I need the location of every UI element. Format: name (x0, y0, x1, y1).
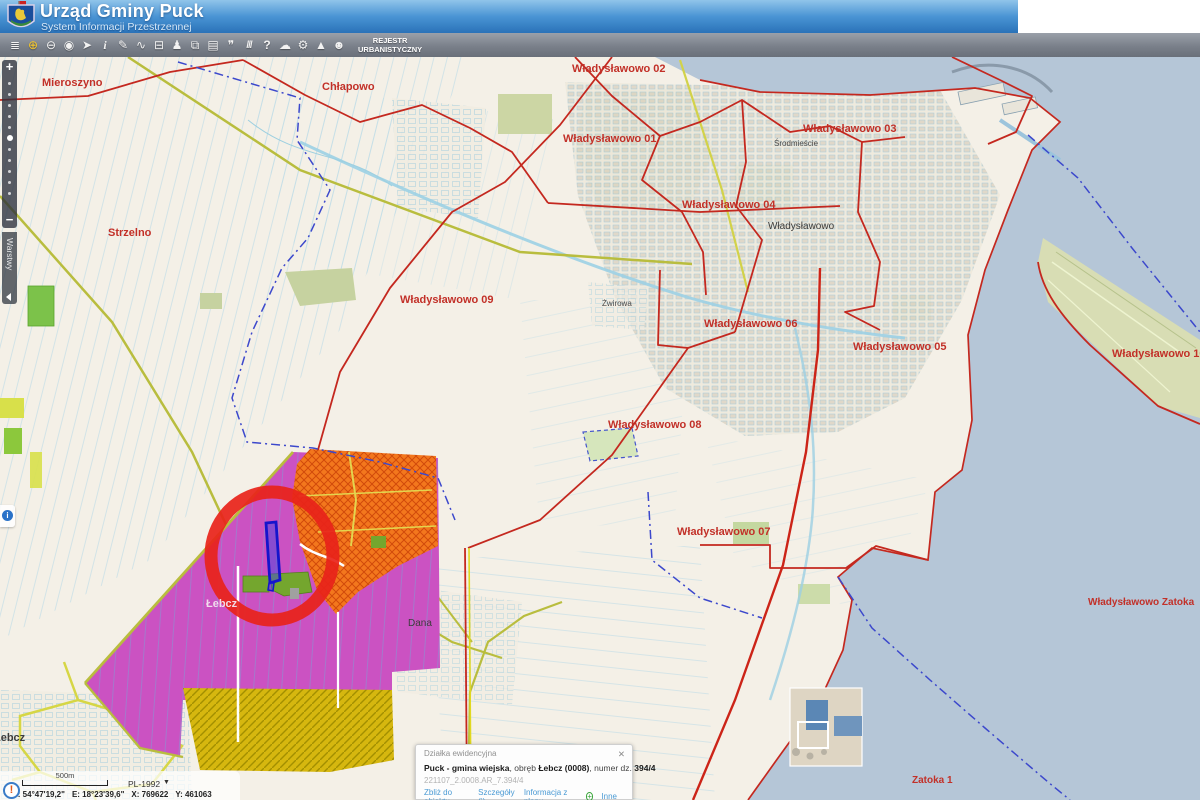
zoom-level-handle[interactable] (7, 135, 13, 141)
parcel-gmina: Puck - gmina wiejska (424, 763, 510, 773)
yellow-parcel (0, 398, 24, 418)
vehicle-icon[interactable]: ⊟ (150, 35, 168, 55)
crs-selector[interactable]: PL-1992 (128, 779, 160, 789)
label-wl02: Władysławowo 02 (572, 63, 666, 75)
app-title: Urząd Gminy Puck (40, 1, 204, 22)
rejestr-line1: REJESTR (358, 36, 422, 45)
parcel-info-popup: Działka ewidencyjna ✕ Puck - gmina wiejs… (415, 744, 633, 800)
layers-tab-label: Warstwy (5, 238, 15, 270)
industrial-site (790, 688, 862, 766)
pointer-icon[interactable]: ➤ (78, 35, 96, 55)
label-dana: Dana (408, 618, 432, 629)
label-wl-zatoka: Władysławowo Zatoka (1088, 597, 1195, 608)
header-right-spacer (1018, 0, 1200, 33)
label-wl01: Władysławowo 01 (563, 133, 657, 145)
label-wl07: Władysławowo 07 (677, 526, 771, 538)
info-icon: i (2, 510, 13, 521)
parcel-sep2: , numer dz. (589, 763, 634, 773)
parcel-number: 394/4 (634, 763, 655, 773)
parcel-sep1: , obręb (510, 763, 539, 773)
close-icon[interactable]: ✕ (618, 749, 625, 760)
rejestr-urbanistyczny-button[interactable]: REJESTR URBANISTYCZNY (358, 36, 422, 55)
coord-x: X: 769622 (131, 790, 168, 799)
label-wl06: Władysławowo 06 (704, 318, 798, 330)
app-subtitle: System Informacji Przestrzennej (41, 21, 192, 33)
draw-icon[interactable]: ✎ (114, 35, 132, 55)
popup-title: Działka ewidencyjna (424, 749, 496, 760)
person-chat-icon[interactable]: ☻ (330, 35, 348, 55)
label-zwirowa: Żwirowa (602, 299, 632, 308)
zoom-in-button[interactable]: + (2, 60, 17, 74)
label-wl09: Władysławowo 09 (400, 294, 494, 306)
zone-green-patch (371, 536, 386, 548)
label-wl04: Władysławowo 04 (682, 199, 776, 211)
label-lebcz-village: Łebcz (0, 732, 26, 744)
map-toolbar: ≣ ⊕ ⊖ ◉ ➤ i ✎ ∿ ⊟ ♟ ⧉ ▤ ❞ /// ? ☁ ⚙ ▲ ☻ … (0, 33, 1200, 57)
zoom-to-object-link[interactable]: Zbliż do obiektu (424, 788, 470, 800)
label-srodmiescie: Środmieście (774, 139, 819, 148)
yellow-parcel (30, 452, 42, 488)
label-chlapowo: Chłapowo (322, 81, 375, 93)
details-link[interactable]: Szczegóły (i) (478, 788, 516, 800)
scale-bar (22, 780, 108, 786)
select-circle-icon[interactable]: ◉ (60, 35, 78, 55)
zone-gray-patch (290, 588, 299, 599)
zoom-out-icon[interactable]: ⊖ (42, 35, 60, 55)
copy-windows-icon[interactable]: ⧉ (186, 35, 204, 55)
info-panel-tab[interactable]: i (0, 505, 15, 527)
label-wl08: Władysławowo 08 (608, 419, 702, 431)
coat-of-arms-logo (7, 1, 35, 32)
green-area (798, 584, 830, 604)
gears-icon[interactable]: ⚙ (294, 35, 312, 55)
cursor-coordinates: N: 54°47'19,2"E: 18°23'39,6"X: 769622Y: … (12, 790, 237, 799)
parcel-description: Puck - gmina wiejska, obręb Łebcz (0008)… (424, 763, 625, 773)
green-parcel (4, 428, 22, 454)
parcel-obreb: Łebcz (0008) (538, 763, 589, 773)
cloud-icon[interactable]: ☁ (276, 35, 294, 55)
label-wl03: Władysławowo 03 (803, 123, 897, 135)
plus-icon[interactable]: + (586, 792, 594, 800)
chat-icon[interactable]: ❞ (222, 35, 240, 55)
zoom-track[interactable] (2, 80, 17, 208)
green-parcel (28, 286, 54, 326)
coord-y: Y: 461063 (175, 790, 211, 799)
layers-panel-tab[interactable]: Warstwy (2, 232, 17, 304)
rejestr-line2: URBANISTYCZNY (358, 45, 422, 54)
label-zatoka1: Zatoka 1 (912, 775, 953, 786)
green-area (498, 94, 552, 134)
label-lebcz-zone: Łebcz (206, 598, 238, 610)
help-icon[interactable]: ? (258, 35, 276, 55)
status-bar: 500m PL-1992 ▼ N: 54°47'19,2"E: 18°23'39… (0, 771, 240, 800)
map-svg: Mieroszyno Chłapowo Strzelno Władysławow… (0, 57, 1200, 800)
label-wl05: Władysławowo 05 (853, 341, 947, 353)
panel-layout-icon[interactable]: ▤ (204, 35, 222, 55)
pyramid-icon[interactable]: ▲ (312, 35, 330, 55)
coord-e: E: 18°23'39,6" (72, 790, 124, 799)
parcel-identifier: 221107_2.0008.AR_7.394/4 (424, 776, 625, 785)
zone-olive (183, 688, 394, 772)
gis-application: Urząd Gminy Puck System Informacji Przes… (0, 0, 1200, 800)
collapse-arrow-icon (6, 293, 11, 301)
map-canvas[interactable]: Mieroszyno Chłapowo Strzelno Władysławow… (0, 57, 1200, 800)
plan-info-link[interactable]: Informacja z planu (524, 788, 578, 800)
zone-green-patch (243, 576, 269, 592)
measure-lines-icon[interactable]: /// (240, 35, 258, 55)
identify-icon[interactable]: i (96, 35, 114, 55)
scale-label: 500m (22, 771, 108, 780)
green-area (200, 293, 222, 309)
zoom-slider[interactable]: + − (2, 60, 17, 228)
label-wl10: Władysławowo 10 (1112, 348, 1200, 360)
person-pin-icon[interactable]: ♟ (168, 35, 186, 55)
zoom-out-button[interactable]: − (2, 214, 17, 227)
label-mieroszyno: Mieroszyno (42, 77, 103, 89)
layers-icon[interactable]: ≣ (6, 35, 24, 55)
label-wladyslawowo-city: Władysławowo (768, 221, 835, 232)
app-header: Urząd Gminy Puck System Informacji Przes… (0, 0, 1018, 33)
chevron-down-icon[interactable]: ▼ (163, 779, 170, 786)
other-link[interactable]: Inne (601, 792, 617, 800)
zoom-in-icon[interactable]: ⊕ (24, 35, 42, 55)
warning-info-button[interactable]: ! (3, 782, 20, 799)
label-strzelno: Strzelno (108, 227, 152, 239)
measure-path-icon[interactable]: ∿ (132, 35, 150, 55)
